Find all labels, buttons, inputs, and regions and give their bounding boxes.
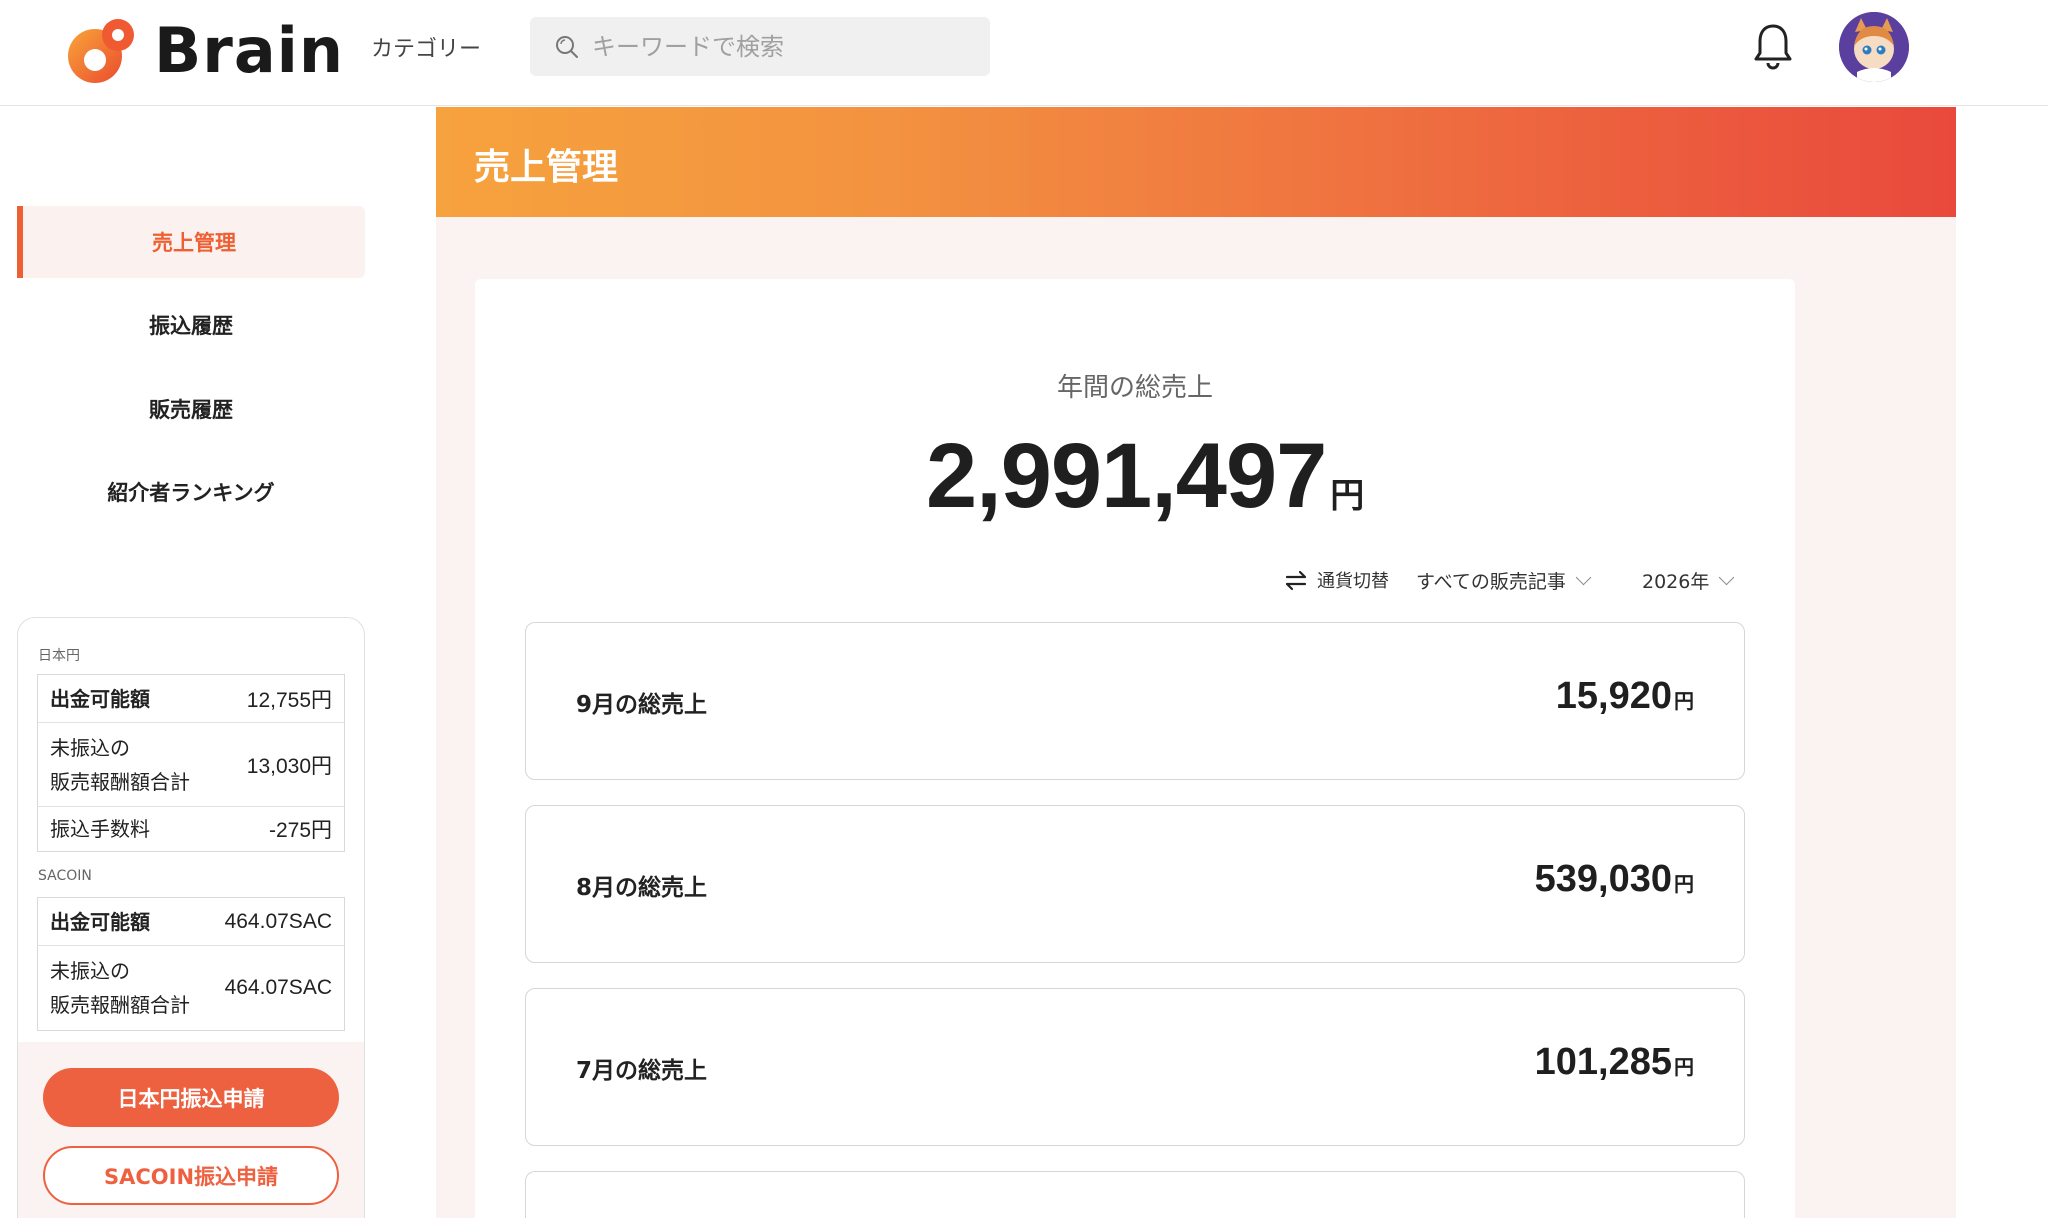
yen-withdrawable-row: 出金可能額 12,755円 bbox=[38, 675, 344, 723]
month-sales-card-partial[interactable] bbox=[525, 1171, 1745, 1218]
yen-balance-table: 出金可能額 12,755円 未振込の 販売報酬額合計 13,030円 振込手数料… bbox=[37, 674, 345, 852]
page-banner bbox=[436, 107, 1956, 217]
sidebar-item-sales-management[interactable]: 売上管理 bbox=[17, 206, 365, 278]
chevron-down-icon bbox=[1719, 569, 1735, 585]
chevron-down-icon bbox=[1575, 569, 1592, 585]
month-sales-label: 9月の総売上 bbox=[576, 692, 708, 718]
article-filter-label: すべての販売記事 bbox=[1416, 570, 1566, 593]
month-sales-unit: 円 bbox=[1674, 689, 1694, 713]
brain-logo-icon bbox=[68, 18, 134, 83]
yen-unpaid-value: 13,030円 bbox=[246, 754, 332, 778]
month-sales-unit: 円 bbox=[1674, 872, 1694, 896]
yen-withdrawable-label: 出金可能額 bbox=[50, 686, 150, 711]
year-dropdown[interactable]: 2026年 bbox=[1642, 565, 1735, 595]
notification-bell-icon[interactable] bbox=[1751, 22, 1795, 72]
swap-arrows-icon bbox=[1285, 570, 1307, 591]
top-header: Brain カテゴリー bbox=[0, 0, 2048, 106]
category-menu[interactable]: カテゴリー bbox=[371, 31, 481, 63]
year-label: 2026年 bbox=[1642, 570, 1710, 593]
month-sales-card[interactable]: 7月の総売上 101,285 円 bbox=[525, 988, 1745, 1146]
sacoin-unpaid-label-line2: 販売報酬額合計 bbox=[50, 993, 190, 1017]
search-icon bbox=[556, 35, 578, 58]
sacoin-unpaid-value: 464.07SAC bbox=[224, 976, 332, 999]
sacoin-withdrawable-label: 出金可能額 bbox=[50, 909, 150, 934]
sacoin-balance-table: 出金可能額 464.07SAC 未振込の 販売報酬額合計 464.07SAC bbox=[37, 897, 345, 1031]
month-sales-label: 7月の総売上 bbox=[576, 1058, 708, 1084]
sidebar-item-referrer-ranking[interactable]: 紹介者ランキング bbox=[17, 456, 365, 528]
month-sales-value: 101,285 bbox=[1534, 1041, 1672, 1083]
sacoin-section-label: SACOIN bbox=[38, 868, 92, 884]
yen-unpaid-label-line1: 未振込の bbox=[50, 735, 130, 760]
yen-withdrawable-value: 12,755円 bbox=[246, 688, 332, 712]
month-sales-amount: 539,030 円 bbox=[1535, 858, 1694, 901]
yen-fee-value: -275円 bbox=[268, 819, 332, 842]
sacoin-unpaid-label-line1: 未振込の bbox=[50, 959, 130, 983]
article-filter-dropdown[interactable]: すべての販売記事 bbox=[1416, 565, 1592, 595]
month-sales-amount: 101,285 円 bbox=[1535, 1041, 1694, 1084]
sacoin-unpaid-label: 未振込の 販売報酬額合計 bbox=[50, 954, 190, 1022]
yen-unpaid-label-line2: 販売報酬額合計 bbox=[50, 769, 190, 794]
currency-switch-button[interactable]: 通貨切替 bbox=[1283, 565, 1389, 595]
month-sales-unit: 円 bbox=[1674, 1055, 1694, 1079]
month-sales-card[interactable]: 9月の総売上 15,920 円 bbox=[525, 622, 1745, 780]
user-avatar[interactable] bbox=[1839, 12, 1909, 82]
search-box[interactable] bbox=[530, 17, 990, 76]
yen-fee-label: 振込手数料 bbox=[50, 817, 150, 841]
logo-text: Brain bbox=[154, 14, 345, 87]
yen-fee-row: 振込手数料 -275円 bbox=[38, 807, 344, 851]
yen-section-label: 日本円 bbox=[38, 648, 80, 664]
month-sales-value: 539,030 bbox=[1534, 858, 1672, 900]
sacoin-withdrawable-row: 出金可能額 464.07SAC bbox=[38, 898, 344, 946]
yen-unpaid-row: 未振込の 販売報酬額合計 13,030円 bbox=[38, 723, 344, 807]
sacoin-transfer-request-button[interactable]: SACOIN振込申請 bbox=[43, 1146, 339, 1205]
sidebar-item-transfer-history[interactable]: 振込履歴 bbox=[17, 289, 365, 361]
brain-logo[interactable]: Brain bbox=[64, 14, 344, 87]
annual-sales-unit: 円 bbox=[1330, 476, 1365, 516]
page-title: 売上管理 bbox=[474, 147, 619, 188]
sacoin-withdrawable-value: 464.07SAC bbox=[224, 909, 332, 933]
sacoin-unpaid-row: 未振込の 販売報酬額合計 464.07SAC bbox=[38, 946, 344, 1030]
annual-sales-label: 年間の総売上 bbox=[1056, 373, 1213, 403]
currency-switch-label: 通貨切替 bbox=[1317, 571, 1389, 592]
annual-sales-value: 2,991,497 bbox=[926, 425, 1327, 527]
yen-unpaid-label: 未振込の 販売報酬額合計 bbox=[50, 731, 190, 799]
month-sales-amount: 15,920 円 bbox=[1556, 675, 1694, 718]
month-sales-value: 15,920 bbox=[1555, 675, 1672, 717]
month-sales-label: 8月の総売上 bbox=[576, 875, 708, 901]
yen-transfer-request-button[interactable]: 日本円振込申請 bbox=[43, 1068, 339, 1127]
month-sales-card[interactable]: 8月の総売上 539,030 円 bbox=[525, 805, 1745, 963]
balance-card: 日本円 出金可能額 12,755円 未振込の 販売報酬額合計 13,030円 振… bbox=[17, 617, 365, 1218]
annual-sales-total: 2,991,497 円 bbox=[926, 424, 1364, 529]
search-input[interactable] bbox=[592, 32, 972, 61]
avatar-image bbox=[1839, 12, 1909, 82]
